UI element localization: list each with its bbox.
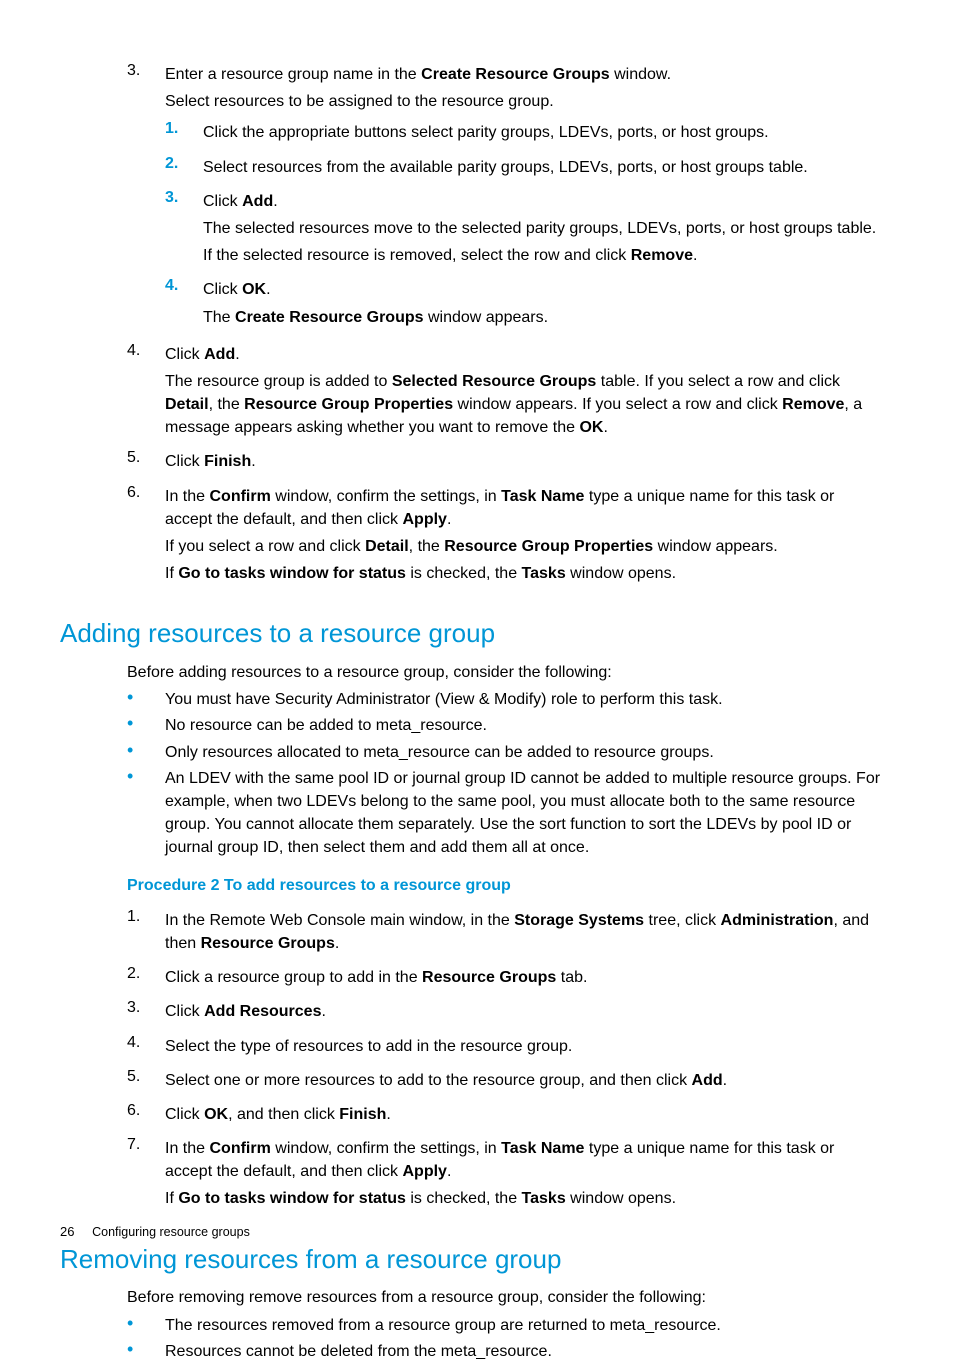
proc-step-2: 2.Click a resource group to add in the R… [127, 962, 882, 993]
intro-paragraph: Before removing remove resources from a … [127, 1286, 882, 1309]
bullet-icon: • [127, 741, 165, 764]
list-marker: 1. [127, 905, 165, 959]
step-6: 6. In the Confirm window, confirm the se… [127, 481, 882, 590]
page-number: 26 [60, 1224, 74, 1239]
list-marker: 3. [165, 186, 203, 272]
procedure-2-title: Procedure 2 To add resources to a resour… [127, 874, 882, 897]
step-text: Click a resource group to add in the Res… [165, 966, 882, 989]
substep-text: Click OK. [203, 278, 882, 301]
considerations-list: •You must have Security Administrator (V… [127, 688, 882, 859]
step-text: If Go to tasks window for status is chec… [165, 562, 882, 585]
list-marker: 5. [127, 446, 165, 477]
proc-step-1: 1.In the Remote Web Console main window,… [127, 905, 882, 959]
list-text: An LDEV with the same pool ID or journal… [165, 767, 882, 860]
list-item: •The resources removed from a resource g… [127, 1314, 882, 1337]
step-text: Click Add Resources. [165, 1000, 882, 1023]
list-text: Only resources allocated to meta_resourc… [165, 741, 882, 764]
list-item: •An LDEV with the same pool ID or journa… [127, 767, 882, 860]
sub-steps-list: 1. Click the appropriate buttons select … [165, 117, 882, 332]
list-item: •You must have Security Administrator (V… [127, 688, 882, 711]
step-text: In the Confirm window, confirm the setti… [165, 485, 882, 531]
considerations-list: •The resources removed from a resource g… [127, 1314, 882, 1363]
step-text: If Go to tasks window for status is chec… [165, 1187, 882, 1210]
list-item: •Only resources allocated to meta_resour… [127, 741, 882, 764]
substep-text: If the selected resource is removed, sel… [203, 244, 882, 267]
proc-step-4: 4.Select the type of resources to add in… [127, 1031, 882, 1062]
heading-adding-resources: Adding resources to a resource group [60, 615, 882, 653]
list-marker: 4. [165, 274, 203, 332]
list-marker: 3. [127, 996, 165, 1027]
step-subtext: Select resources to be assigned to the r… [165, 90, 882, 113]
list-marker: 3. [127, 59, 165, 336]
substep-text: The Create Resource Groups window appear… [203, 306, 882, 329]
chapter-title: Configuring resource groups [92, 1225, 250, 1239]
proc-step-3: 3.Click Add Resources. [127, 996, 882, 1027]
list-text: You must have Security Administrator (Vi… [165, 688, 882, 711]
bullet-icon: • [127, 1340, 165, 1363]
list-marker: 2. [127, 962, 165, 993]
list-text: The resources removed from a resource gr… [165, 1314, 882, 1337]
list-marker: 2. [165, 152, 203, 183]
list-marker: 7. [127, 1133, 165, 1215]
list-marker: 4. [127, 339, 165, 444]
page-content: 3. Enter a resource group name in the Cr… [60, 59, 882, 1363]
step-5: 5. Click Finish. [127, 446, 882, 477]
step-4: 4. Click Add. The resource group is adde… [127, 339, 882, 444]
page-footer: 26 Configuring resource groups [60, 1224, 250, 1239]
substep-2: 2. Select resources from the available p… [165, 152, 882, 183]
list-text: No resource can be added to meta_resourc… [165, 714, 882, 737]
list-item: •Resources cannot be deleted from the me… [127, 1340, 882, 1363]
step-text: If you select a row and click Detail, th… [165, 535, 882, 558]
list-marker: 6. [127, 481, 165, 590]
step-text: Enter a resource group name in the Creat… [165, 63, 882, 86]
substep-3: 3. Click Add. The selected resources mov… [165, 186, 882, 272]
bullet-icon: • [127, 714, 165, 737]
list-item: •No resource can be added to meta_resour… [127, 714, 882, 737]
step-3: 3. Enter a resource group name in the Cr… [127, 59, 882, 336]
step-text: Select one or more resources to add to t… [165, 1069, 882, 1092]
step-text: Select the type of resources to add in t… [165, 1035, 882, 1058]
substep-4: 4. Click OK. The Create Resource Groups … [165, 274, 882, 332]
list-text: Resources cannot be deleted from the met… [165, 1340, 882, 1363]
proc-step-5: 5.Select one or more resources to add to… [127, 1065, 882, 1096]
list-marker: 6. [127, 1099, 165, 1130]
list-marker: 4. [127, 1031, 165, 1062]
document-page: 3. Enter a resource group name in the Cr… [0, 0, 954, 1271]
substep-1: 1. Click the appropriate buttons select … [165, 117, 882, 148]
proc-step-7: 7. In the Confirm window, confirm the se… [127, 1133, 882, 1215]
step-text: Click OK, and then click Finish. [165, 1103, 882, 1126]
main-steps-list: 3. Enter a resource group name in the Cr… [127, 59, 882, 589]
substep-text: The selected resources move to the selec… [203, 217, 882, 240]
step-text: The resource group is added to Selected … [165, 370, 882, 440]
substep-text: Click Add. [203, 190, 882, 213]
substep-text: Click the appropriate buttons select par… [203, 121, 882, 144]
heading-removing-resources: Removing resources from a resource group [60, 1241, 882, 1279]
proc-step-6: 6.Click OK, and then click Finish. [127, 1099, 882, 1130]
bullet-icon: • [127, 1314, 165, 1337]
step-text: In the Remote Web Console main window, i… [165, 909, 882, 955]
list-marker: 5. [127, 1065, 165, 1096]
substep-text: Select resources from the available pari… [203, 156, 882, 179]
bullet-icon: • [127, 688, 165, 711]
step-text: Click Finish. [165, 450, 882, 473]
bullet-icon: • [127, 767, 165, 860]
step-text: In the Confirm window, confirm the setti… [165, 1137, 882, 1183]
list-marker: 1. [165, 117, 203, 148]
procedure-2-steps: 1.In the Remote Web Console main window,… [127, 905, 882, 1215]
intro-paragraph: Before adding resources to a resource gr… [127, 661, 882, 684]
step-text: Click Add. [165, 343, 882, 366]
